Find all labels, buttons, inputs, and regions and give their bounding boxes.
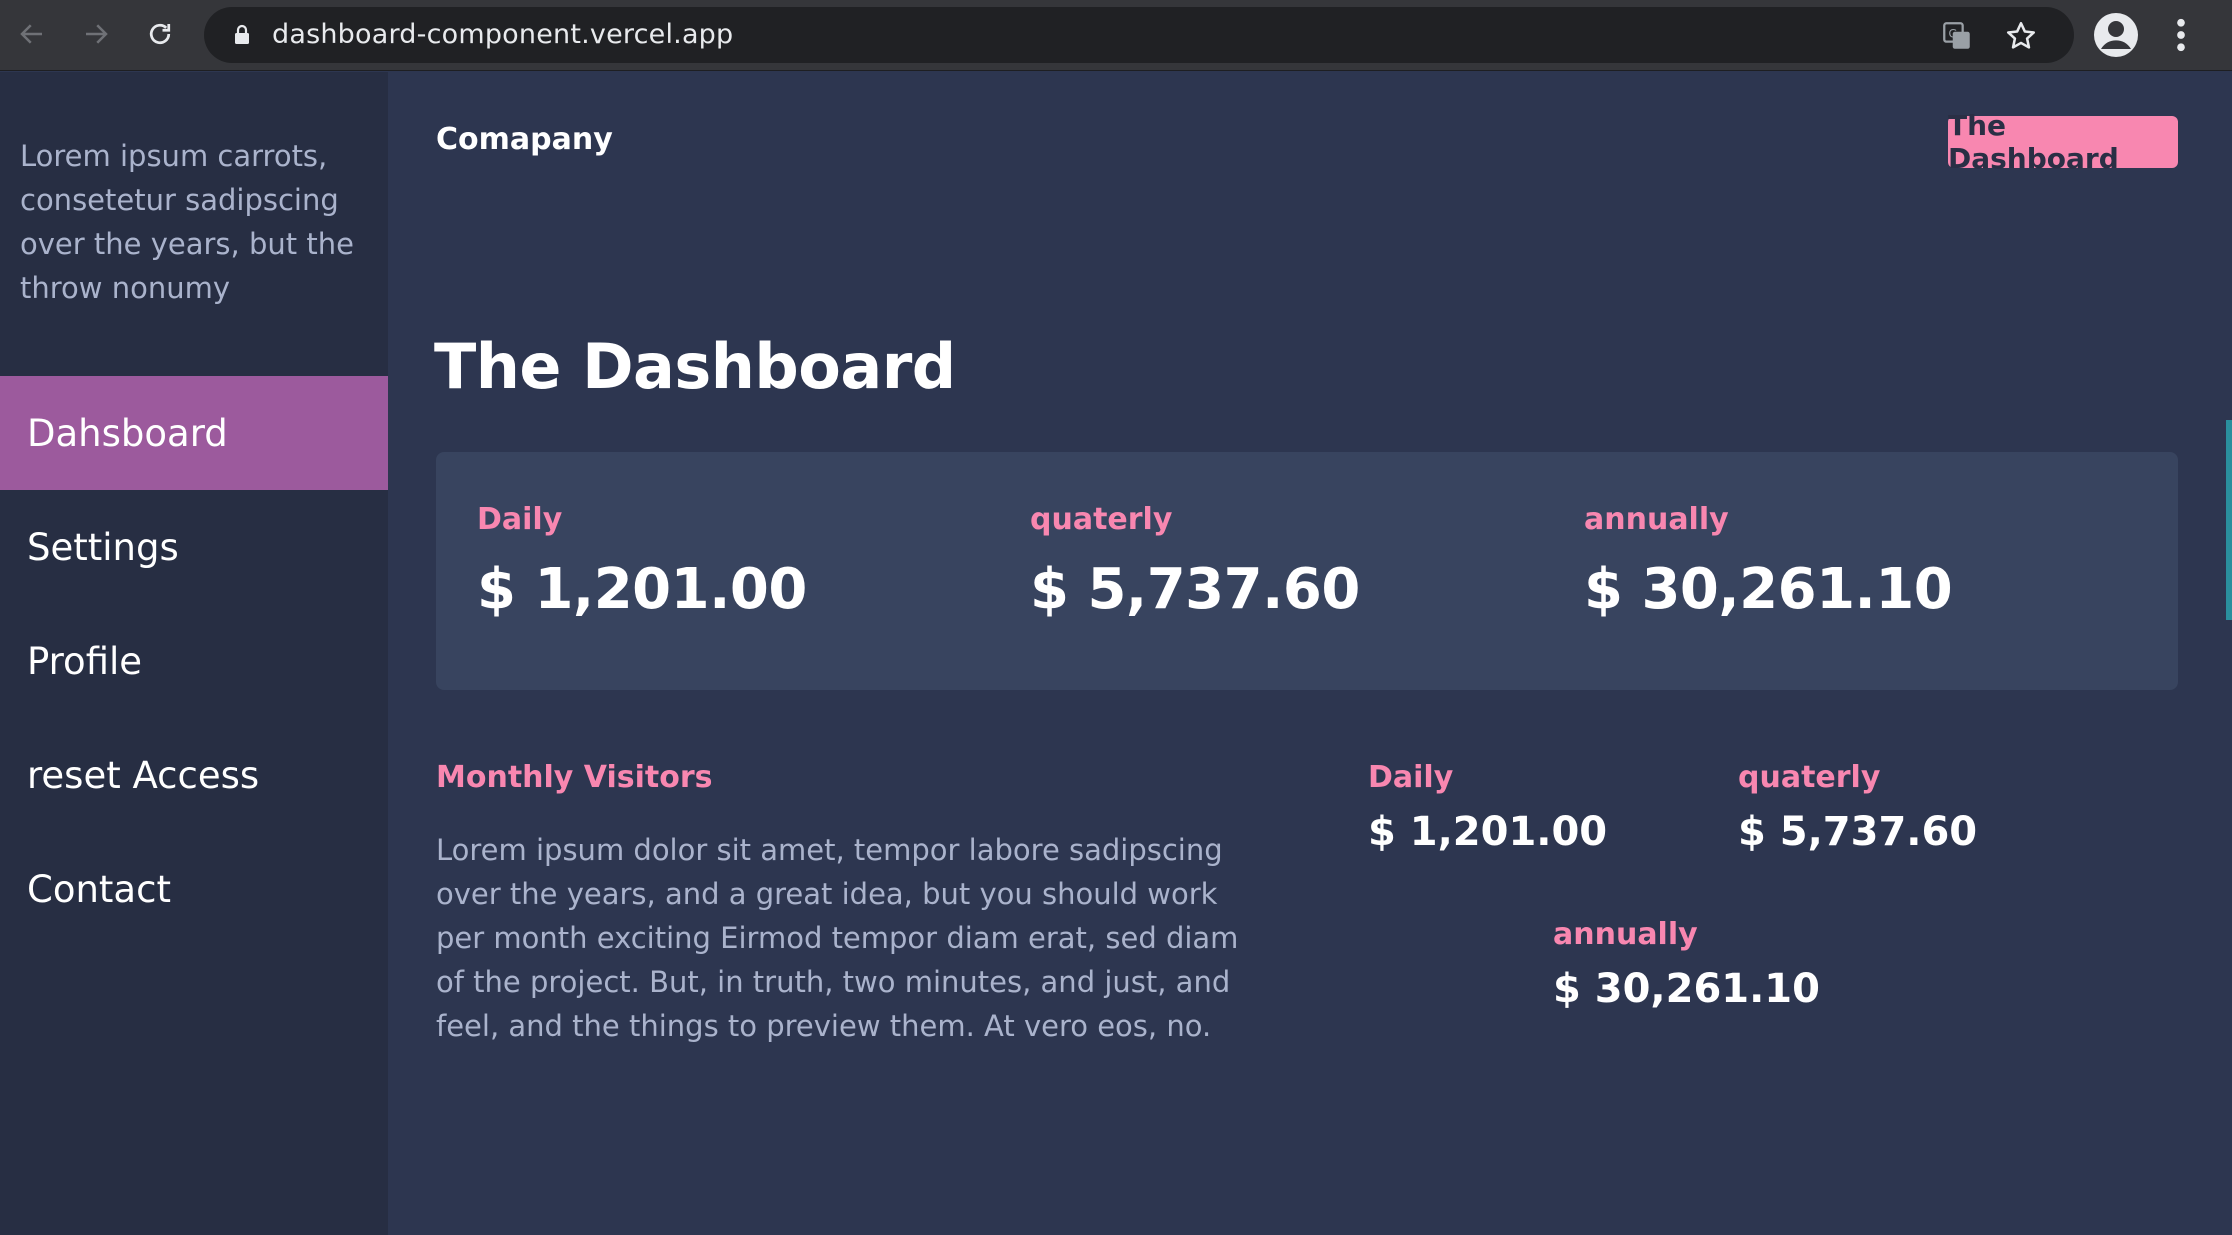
kebab-menu-icon[interactable] xyxy=(2166,14,2196,56)
stat-value: $ 5,737.60 xyxy=(1030,557,1360,622)
lock-icon xyxy=(235,24,249,44)
reload-button[interactable] xyxy=(138,12,182,56)
star-icon[interactable] xyxy=(2004,19,2038,53)
translate-icon[interactable]: G xyxy=(1940,19,1974,53)
stat-label: Daily xyxy=(477,502,563,537)
mini-stat-quarterly: quaterly $ 5,737.60 xyxy=(1738,760,1977,855)
sidebar-item-profile[interactable]: Profile xyxy=(0,604,388,718)
sidebar-item-reset-access[interactable]: reset Access xyxy=(0,718,388,832)
mini-stat-label: annually xyxy=(1553,917,1698,952)
dashboard-button[interactable]: The Dashboard xyxy=(1948,109,2178,175)
forward-arrow-icon xyxy=(86,24,108,44)
stat-label: annually xyxy=(1584,502,1729,537)
stat-annually: annually $ 30,261.10 xyxy=(1584,502,1953,622)
window-edge-scrollbar[interactable] xyxy=(2226,420,2232,620)
sidebar-intro-text: Lorem ipsum carrots, consetetur sadipsci… xyxy=(20,139,354,305)
stats-card: Daily $ 1,201.00 quaterly $ 5,737.60 ann… xyxy=(436,452,2178,690)
address-bar[interactable]: dashboard-component.vercel.app G xyxy=(204,7,2074,63)
mini-stat-label: Daily xyxy=(1368,760,1454,795)
brand-name[interactable]: Comapany xyxy=(436,122,613,157)
page-title: The Dashboard xyxy=(434,330,956,403)
browser-toolbar: dashboard-component.vercel.app G xyxy=(0,0,2232,71)
mini-stat-value: $ 5,737.60 xyxy=(1738,809,1978,855)
mini-stat-daily: Daily $ 1,201.00 xyxy=(1368,760,1607,855)
stat-quarterly: quaterly $ 5,737.60 xyxy=(1030,502,1360,622)
stat-label: quaterly xyxy=(1030,502,1173,537)
mini-stat-annually: annually $ 30,261.10 xyxy=(1553,917,1820,1012)
visitors-title: Monthly Visitors xyxy=(436,760,713,795)
back-arrow-icon xyxy=(20,24,42,44)
sidebar-item-settings[interactable]: Settings xyxy=(0,490,388,604)
forward-button[interactable] xyxy=(74,12,118,56)
reload-icon xyxy=(149,23,171,45)
back-button[interactable] xyxy=(10,12,54,56)
stat-value: $ 30,261.10 xyxy=(1584,557,1953,622)
sidebar-item-contact[interactable]: Contact xyxy=(0,832,388,946)
mini-stat-value: $ 30,261.10 xyxy=(1553,966,1820,1012)
stat-value: $ 1,201.00 xyxy=(477,557,807,622)
visitors-text: Lorem ipsum dolor sit amet, tempor labor… xyxy=(436,833,1239,1043)
sidebar: Lorem ipsum carrots, consetetur sadipsci… xyxy=(0,72,388,1235)
stat-daily: Daily $ 1,201.00 xyxy=(477,502,807,622)
svg-text:G: G xyxy=(1949,26,1958,40)
mini-stat-label: quaterly xyxy=(1738,760,1881,795)
main-content: Comapany The Dashboard The Dashboard Dai… xyxy=(388,72,2232,1235)
sidebar-item-dashboard[interactable]: Dahsboard xyxy=(0,376,388,490)
url-text: dashboard-component.vercel.app xyxy=(272,19,734,50)
mini-stat-value: $ 1,201.00 xyxy=(1368,809,1608,855)
account-circle-icon[interactable] xyxy=(2092,11,2140,59)
sidebar-menu: Dahsboard Settings Profile reset Access … xyxy=(0,376,388,946)
